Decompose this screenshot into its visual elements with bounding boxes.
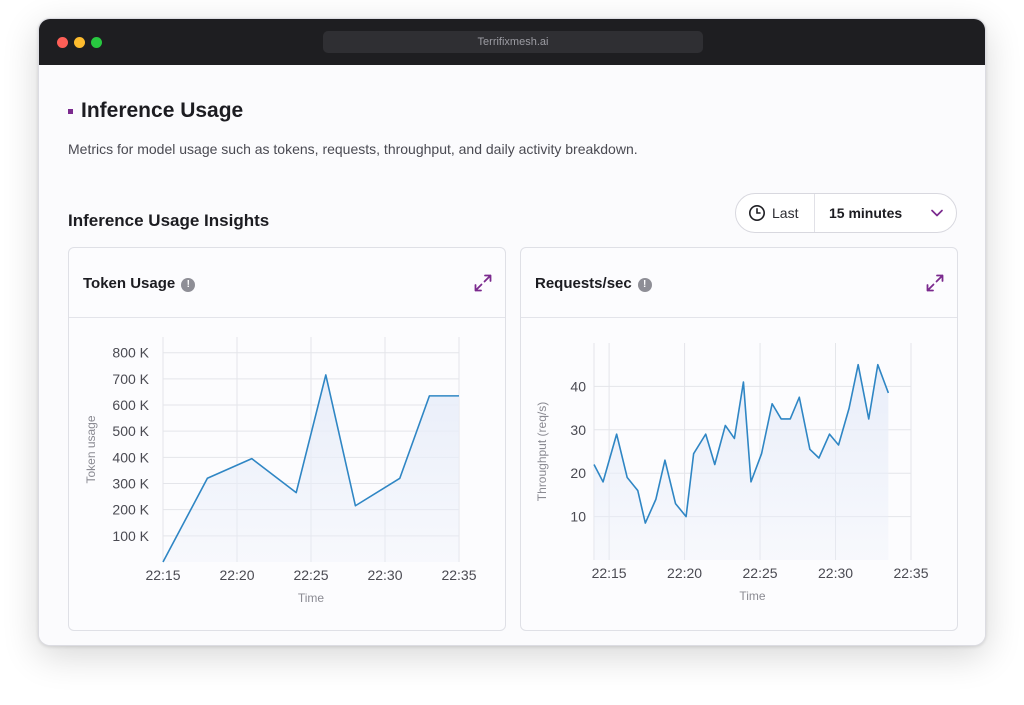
expand-icon[interactable] — [473, 273, 493, 293]
info-icon[interactable]: ! — [637, 278, 652, 292]
x-tick-label: 22:15 — [145, 567, 180, 583]
x-tick-label: 22:30 — [818, 565, 853, 581]
clock-icon — [749, 205, 765, 221]
card-title-text: Token Usage — [83, 275, 176, 292]
title-marker-icon — [68, 109, 73, 114]
x-tick-label: 22:20 — [667, 565, 702, 581]
maximize-window-button[interactable] — [91, 37, 102, 48]
x-tick-label: 22:30 — [367, 567, 402, 583]
address-bar[interactable]: Terrifixmesh.ai — [323, 31, 703, 53]
time-range-selector[interactable]: Last 15 minutes — [735, 193, 957, 233]
y-tick-label: 500 K — [112, 423, 149, 439]
title-bar: Terrifixmesh.ai — [39, 19, 985, 65]
page-title: Inference Usage — [81, 99, 244, 122]
x-tick-label: 22:15 — [592, 565, 627, 581]
section-title: Inference Usage Insights — [68, 211, 270, 230]
y-tick-label: 100 K — [112, 528, 149, 544]
x-axis-title: Time — [298, 591, 325, 605]
minimize-window-button[interactable] — [74, 37, 85, 48]
y-tick-label: 40 — [570, 378, 586, 394]
y-tick-label: 30 — [570, 422, 586, 438]
requests-per-sec-card: Requests/sec! 22:15 22:20 22:25 22:30 22:35 1… — [520, 247, 958, 631]
page-content: Inference Usage Metrics for model usage … — [39, 65, 985, 645]
time-range-prefix-segment[interactable]: Last — [736, 194, 815, 232]
expand-icon[interactable] — [925, 273, 945, 293]
y-axis-title: Throughput (req/s) — [535, 402, 549, 501]
y-tick-label: 20 — [570, 465, 586, 481]
y-tick-label: 700 K — [112, 371, 149, 387]
y-tick-label: 800 K — [112, 345, 149, 361]
token-usage-chart: 22:15 22:20 22:25 22:30 22:35 100 K 200 K 300 K… — [84, 337, 477, 605]
y-tick-label: 600 K — [112, 397, 149, 413]
y-tick-label: 400 K — [112, 449, 149, 465]
chevron-down-icon[interactable] — [930, 207, 944, 219]
y-tick-label: 10 — [570, 509, 586, 525]
y-tick-label: 300 K — [112, 476, 149, 492]
y-tick-label: 200 K — [112, 502, 149, 518]
time-range-value[interactable]: 15 minutes — [829, 205, 902, 221]
browser-window: Terrifixmesh.ai Inference Usage Metrics … — [38, 18, 986, 646]
card-header: Requests/sec! — [521, 248, 957, 318]
info-icon[interactable]: ! — [181, 278, 196, 292]
x-tick-label: 22:25 — [743, 565, 778, 581]
x-tick-label: 22:35 — [893, 565, 928, 581]
x-tick-label: 22:35 — [441, 567, 476, 583]
card-title: Requests/sec! — [535, 275, 652, 292]
card-title-text: Requests/sec — [535, 275, 632, 292]
y-axis-title: Token usage — [84, 415, 98, 483]
token-usage-card: Token Usage! 22:15 22:20 22:25 22:30 22:35 10… — [68, 247, 506, 631]
card-title: Token Usage! — [83, 275, 196, 292]
card-header: Token Usage! — [69, 248, 505, 318]
x-tick-label: 22:20 — [219, 567, 254, 583]
requests-per-sec-chart: 22:15 22:20 22:25 22:30 22:35 10 20 30 40 Time Thr… — [535, 343, 929, 603]
close-window-button[interactable] — [57, 37, 68, 48]
x-tick-label: 22:25 — [293, 567, 328, 583]
x-axis-title: Time — [739, 589, 766, 603]
page-description: Metrics for model usage such as tokens, … — [68, 141, 638, 157]
time-range-prefix: Last — [772, 205, 799, 221]
